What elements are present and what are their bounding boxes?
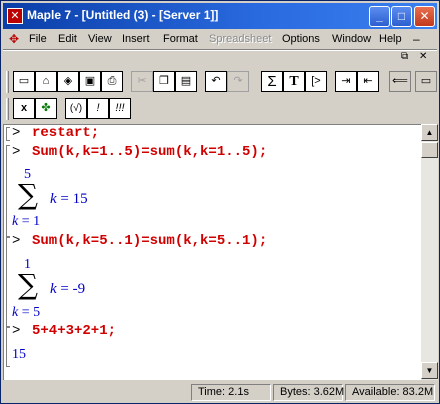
sum-lower-limit: k = 5 [12, 305, 41, 320]
close-button[interactable]: ✕ [414, 6, 435, 27]
toolbar-grip[interactable] [6, 98, 9, 120]
maximize-button[interactable]: □ [391, 6, 412, 27]
sigma-symbol: ∑ [18, 178, 38, 211]
maple-leaf-icon[interactable]: ✤ [35, 98, 57, 119]
open-icon[interactable]: ⌂ [35, 71, 57, 92]
minimize-button[interactable]: _ [369, 6, 390, 27]
status-bytes: Bytes: 3.62M [273, 384, 344, 401]
status-bar: Time: 2.1s Bytes: 3.62M Available: 83.2M [3, 382, 437, 402]
print-icon[interactable]: ⎙ [101, 71, 123, 92]
insert-prompt-icon[interactable]: [> [305, 71, 327, 92]
text-icon[interactable]: T [283, 71, 305, 92]
divider [3, 49, 437, 51]
sum-lower-limit: k = 1 [12, 214, 41, 229]
menu-options[interactable]: Options [282, 33, 320, 45]
group-bracket[interactable] [6, 237, 10, 327]
title-bar[interactable]: ✕ Maple 7 - [Untitled (3) - [Server 1]] … [3, 3, 437, 29]
input-line[interactable]: restart; [32, 125, 99, 141]
scroll-thumb[interactable] [421, 142, 438, 158]
menu-file[interactable]: File [29, 33, 47, 45]
scroll-down-icon[interactable]: ▼ [421, 362, 438, 379]
menu-help[interactable]: Help [379, 33, 402, 45]
maple-window: ✕ Maple 7 - [Untitled (3) - [Server 1]] … [0, 0, 440, 404]
paste-icon[interactable]: ▤ [175, 71, 197, 92]
back-icon[interactable]: ⟸ [389, 71, 411, 92]
group-bracket[interactable] [6, 145, 10, 237]
prompt: > [12, 144, 21, 160]
sum-result: k = 15 [50, 191, 88, 207]
eval-icon[interactable]: (√) [65, 98, 87, 119]
cut-icon: ✂ [131, 71, 153, 92]
redo-icon: ↷ [227, 71, 249, 92]
undo-icon[interactable]: ↶ [205, 71, 227, 92]
menu-bar: ✥ File Edit View Insert Format Spreadshe… [3, 30, 437, 49]
prompt: > [12, 323, 21, 339]
menu-format[interactable]: Format [163, 33, 198, 45]
input-line[interactable]: Sum(k,k=5..1)=sum(k,k=5..1); [32, 233, 267, 249]
doc-minimize-icon[interactable]: – [413, 32, 420, 46]
document-icon[interactable]: ✥ [7, 32, 21, 46]
open-url-icon[interactable]: ◈ [57, 71, 79, 92]
sum-result: k = -9 [50, 281, 86, 297]
execute-icon[interactable]: ! [87, 98, 109, 119]
result-value: 15 [12, 347, 26, 362]
status-time: Time: 2.1s [191, 384, 271, 401]
group-bracket[interactable] [6, 127, 10, 141]
doc-close-icon[interactable]: ✕ [419, 51, 427, 62]
menu-view[interactable]: View [88, 33, 112, 45]
maple-app-icon[interactable]: ✕ [7, 8, 23, 24]
sigma-symbol: ∑ [18, 268, 38, 301]
prompt: > [12, 125, 21, 141]
vertical-scrollbar[interactable]: ▲ ▼ [421, 124, 438, 380]
window-title: Maple 7 - [Untitled (3) - [Server 1]] [27, 8, 219, 22]
menu-spreadsheet: Spreadsheet [209, 33, 272, 45]
x-icon[interactable]: x [13, 98, 35, 119]
input-line[interactable]: Sum(k,k=1..5)=sum(k,k=1..5); [32, 144, 267, 160]
new-icon[interactable]: ▭ [13, 71, 35, 92]
save-icon[interactable]: ▣ [79, 71, 101, 92]
stop-icon[interactable]: ▭ [415, 71, 437, 92]
input-line[interactable]: 5+4+3+2+1; [32, 323, 116, 339]
prompt: > [12, 233, 21, 249]
indent-icon[interactable]: ⇥ [335, 71, 357, 92]
execute-all-icon[interactable]: !!! [109, 98, 131, 119]
menu-insert[interactable]: Insert [122, 33, 150, 45]
outdent-icon[interactable]: ⇤ [357, 71, 379, 92]
menu-window[interactable]: Window [332, 33, 371, 45]
copy-icon[interactable]: ❐ [153, 71, 175, 92]
scroll-up-icon[interactable]: ▲ [421, 124, 438, 141]
group-bracket[interactable] [6, 327, 10, 367]
status-available: Available: 83.2M [345, 384, 435, 401]
doc-restore-icon[interactable]: ⧉ [401, 51, 408, 62]
toolbar-grip[interactable] [6, 71, 9, 93]
sum-icon[interactable]: Σ [261, 71, 283, 92]
menu-edit[interactable]: Edit [58, 33, 77, 45]
worksheet[interactable]: > restart; > Sum(k,k=1..5)=sum(k,k=1..5)… [3, 124, 421, 380]
